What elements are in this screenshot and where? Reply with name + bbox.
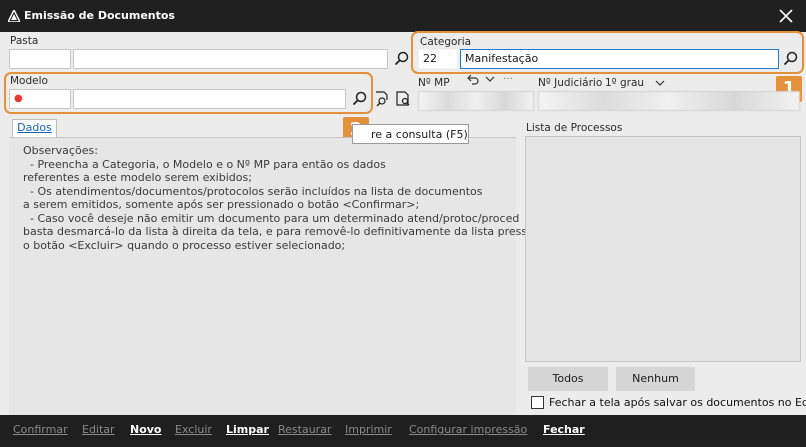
- pasta-search-icon[interactable]: [393, 50, 411, 68]
- limpar-button[interactable]: Limpar: [226, 423, 269, 436]
- categoria-value-input[interactable]: Manifestação: [460, 49, 779, 69]
- confirmar-button[interactable]: Confirmar: [13, 423, 68, 436]
- pasta-name-input[interactable]: [73, 49, 388, 69]
- nenhum-button[interactable]: Nenhum: [616, 367, 695, 391]
- fechar-button[interactable]: Fechar: [543, 423, 585, 436]
- nmp-label: Nº MP: [418, 77, 450, 89]
- pasta-label: Pasta: [10, 35, 39, 47]
- restaurar-button[interactable]: Restaurar: [278, 423, 331, 436]
- document-view-icon[interactable]: [394, 90, 412, 108]
- categoria-label: Categoria: [420, 36, 472, 48]
- window-title: Emissão de Documentos: [24, 9, 175, 22]
- chevron-down-icon[interactable]: [484, 73, 496, 85]
- fechar-tela-checkbox[interactable]: [531, 396, 544, 409]
- judiciario-input[interactable]: [538, 91, 800, 111]
- tooltip: re a consulta (F5): [352, 124, 469, 144]
- configurar-impressao-button[interactable]: Configurar impressão: [409, 423, 527, 436]
- grau-select[interactable]: 1º grau: [605, 77, 644, 89]
- required-marker-icon: ●: [14, 93, 23, 104]
- fechar-tela-label: Fechar a tela após salvar os documentos …: [549, 396, 806, 409]
- observacoes-text: Observações: - Preencha a Categoria, o M…: [23, 144, 551, 252]
- todos-button[interactable]: Todos: [528, 367, 608, 391]
- document-search-icon[interactable]: [373, 90, 391, 108]
- categoria-search-icon[interactable]: [782, 50, 800, 68]
- excluir-button[interactable]: Excluir: [175, 423, 212, 436]
- emissao-window: Emissão de Documentos Pasta Categoria 22…: [0, 0, 806, 447]
- tab-dados[interactable]: Dados: [12, 119, 57, 137]
- categoria-code-input[interactable]: 22: [418, 49, 458, 69]
- editar-button[interactable]: Editar: [82, 423, 115, 436]
- nmp-input[interactable]: [418, 91, 534, 111]
- judiciario-label: Nº Judiciário: [538, 77, 603, 89]
- modelo-search-icon[interactable]: [351, 90, 369, 108]
- modelo-label: Modelo: [10, 75, 48, 87]
- grau-chevron-down-icon[interactable]: [654, 77, 666, 89]
- undo-icon[interactable]: [466, 73, 480, 87]
- modelo-code-input[interactable]: ●: [9, 89, 71, 109]
- pasta-code-input[interactable]: [9, 49, 71, 69]
- imprimir-button[interactable]: Imprimir: [345, 423, 392, 436]
- processos-label: Lista de Processos: [526, 122, 623, 134]
- dados-panel: Observações: - Preencha a Categoria, o M…: [9, 137, 551, 415]
- title-bar: Emissão de Documentos: [0, 0, 806, 32]
- novo-button[interactable]: Novo: [130, 423, 162, 436]
- modelo-name-input[interactable]: [73, 89, 346, 109]
- bottom-toolbar: Confirmar Editar Novo Excluir Limpar Res…: [0, 415, 806, 447]
- close-icon[interactable]: [776, 6, 796, 26]
- more-icon[interactable]: ···: [503, 73, 513, 85]
- app-logo-icon: [8, 10, 20, 22]
- processos-list[interactable]: [525, 136, 801, 362]
